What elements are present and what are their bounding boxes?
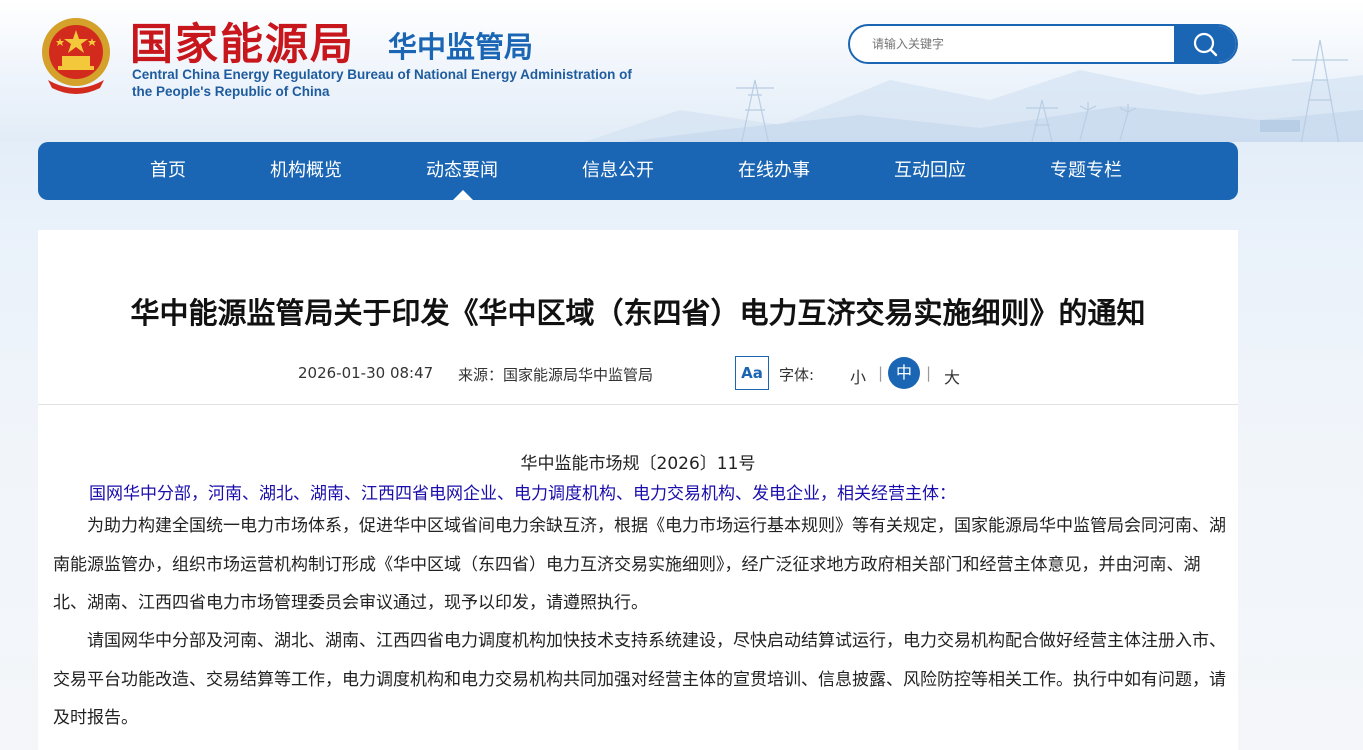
addressee-line: 国网华中分部，河南、湖北、湖南、江西四省电网企业、电力调度机构、电力交易机构、发… [89,484,956,504]
search-icon [1193,32,1218,57]
page-title: 华中能源监管局关于印发《华中区域（东四省）电力互济交易实施细则》的通知 [130,296,1146,330]
nav-item-home[interactable]: 首页 [150,142,186,200]
article-source: 来源：国家能源局华中监管局 [458,366,654,384]
article-card: 华中能源监管局关于印发《华中区域（东四省）电力互济交易实施细则》的通知 2026… [38,230,1238,750]
font-size-label: 字体: [779,366,815,384]
font-size-medium-button[interactable]: 中 [888,357,920,389]
body-paragraph: 为助力构建全国统一电力市场体系，促进华中区域省间电力余缺互济，根据《电力市场运行… [53,516,1226,613]
document-number: 华中监能市场规〔2026〕11号 [520,454,756,474]
title-divider [38,404,1238,405]
font-size-small-button[interactable]: 小 [850,364,866,388]
search-button[interactable] [1174,26,1236,62]
site-header: 国家能源局 华中监管局 Central China Energy Regulat… [0,0,1363,142]
bureau-name-cn: 华中监管局 [388,30,534,64]
nav-item-about[interactable]: 机构概览 [270,142,342,200]
agency-name-en: Central China Energy Regulatory Bureau o… [132,67,632,99]
search-box [848,24,1238,64]
publish-datetime: 2026-01-30 08:47 [298,364,434,382]
nav-item-topics[interactable]: 专题专栏 [1050,142,1122,200]
search-input[interactable] [850,26,1176,62]
agency-name-cn: 国家能源局 [130,20,355,70]
body-paragraph: 请国网华中分部及河南、湖北、湖南、江西四省电力调度机构加快技术支持系统建设，尽快… [53,631,1226,728]
main-nav: 首页 机构概览 动态要闻 信息公开 在线办事 互动回应 专题专栏 [38,142,1238,200]
active-nav-indicator [453,190,473,200]
font-size-large-button[interactable]: 大 [944,364,960,388]
nav-item-interaction[interactable]: 互动回应 [894,142,966,200]
font-size-separator: | [926,364,932,382]
nav-item-disclosure[interactable]: 信息公开 [582,142,654,200]
nav-item-online-services[interactable]: 在线办事 [738,142,810,200]
font-size-icon: Aa [735,356,769,390]
font-size-separator: | [878,364,884,382]
national-emblem-icon [42,18,110,94]
